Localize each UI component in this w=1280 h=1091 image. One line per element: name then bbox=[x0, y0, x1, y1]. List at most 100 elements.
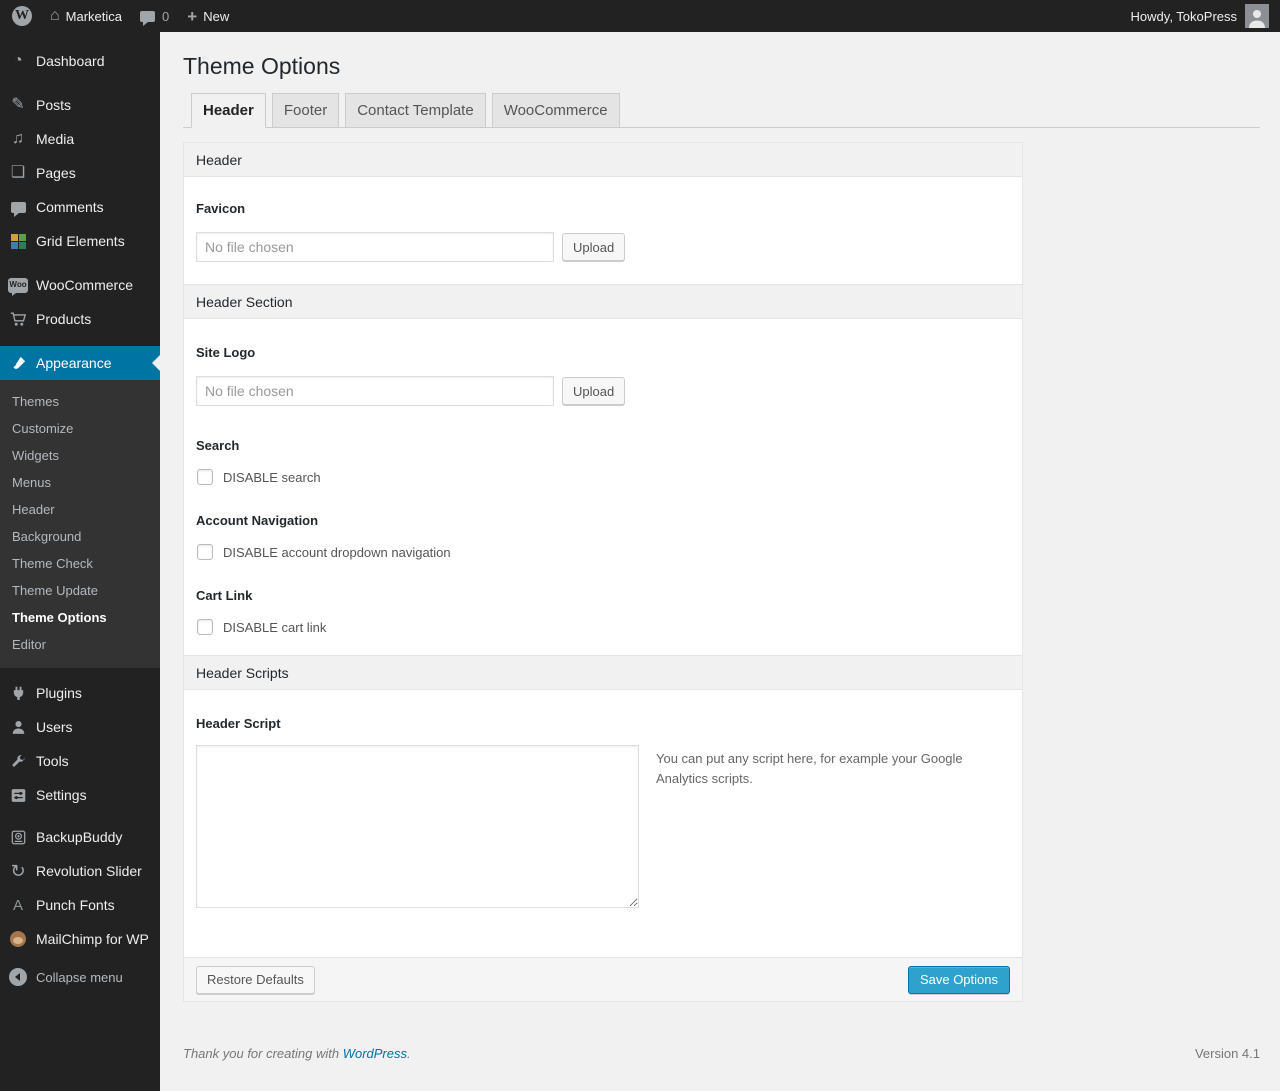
submenu-item-widgets[interactable]: Widgets bbox=[0, 442, 160, 469]
wordpress-logo-icon: W bbox=[12, 6, 32, 26]
sidebar-item-users[interactable]: Users bbox=[0, 710, 160, 744]
submenu-item-theme-update[interactable]: Theme Update bbox=[0, 577, 160, 604]
new-label: New bbox=[203, 8, 230, 24]
sidebar-item-appearance[interactable]: Appearance bbox=[0, 346, 160, 380]
howdy-account-menu[interactable]: Howdy, TokoPress bbox=[1122, 0, 1280, 32]
sidebar-item-revolution-slider[interactable]: ↻ Revolution Slider bbox=[0, 854, 160, 888]
tab-header[interactable]: Header bbox=[191, 93, 266, 128]
submenu-item-editor[interactable]: Editor bbox=[0, 631, 160, 658]
menu-separator bbox=[0, 258, 160, 268]
section-header-header-section: Header Section bbox=[184, 284, 1022, 319]
thanks-text: Thank you for creating with bbox=[183, 1046, 343, 1061]
main-content: Theme Options Header Footer Contact Temp… bbox=[160, 32, 1280, 1061]
sidebar-item-pages[interactable]: ❏ Pages bbox=[0, 156, 160, 190]
submenu-item-customize[interactable]: Customize bbox=[0, 415, 160, 442]
disable-cart-checkbox[interactable] bbox=[197, 619, 213, 635]
letter-a-icon: A bbox=[12, 896, 23, 914]
sidebar-item-settings[interactable]: Settings bbox=[0, 778, 160, 812]
settings-sliders-icon bbox=[8, 785, 28, 805]
favicon-file-input[interactable] bbox=[196, 232, 554, 262]
sidebar-item-grid-elements[interactable]: Grid Elements bbox=[0, 224, 160, 258]
section-body-header: Favicon Upload bbox=[184, 177, 1022, 284]
disable-account-label: DISABLE account dropdown navigation bbox=[223, 544, 451, 560]
admin-sidebar: ◔ Dashboard ✎ Posts ♫ Media ❏ Pages Comm… bbox=[0, 32, 160, 1091]
disable-search-row: DISABLE search bbox=[196, 469, 1010, 485]
menu-separator bbox=[0, 668, 160, 676]
submenu-item-header[interactable]: Header bbox=[0, 496, 160, 523]
disable-account-checkbox[interactable] bbox=[197, 544, 213, 560]
site-logo-upload-button[interactable]: Upload bbox=[562, 377, 626, 405]
wordpress-link[interactable]: WordPress bbox=[343, 1046, 407, 1061]
favicon-upload-button[interactable]: Upload bbox=[562, 233, 626, 261]
howdy-label: Howdy, TokoPress bbox=[1130, 8, 1237, 24]
site-name-link[interactable]: ⌂ Marketica bbox=[41, 0, 131, 32]
disable-search-label: DISABLE search bbox=[223, 469, 321, 485]
sidebar-item-tools[interactable]: Tools bbox=[0, 744, 160, 778]
favicon-upload-row: Upload bbox=[196, 232, 1010, 262]
cart-icon bbox=[8, 309, 28, 329]
disable-search-checkbox[interactable] bbox=[197, 469, 213, 485]
disable-cart-row: DISABLE cart link bbox=[196, 619, 1010, 635]
person-icon bbox=[8, 717, 28, 737]
panel-footer: Restore Defaults Save Options bbox=[184, 957, 1022, 1001]
tab-footer[interactable]: Footer bbox=[271, 93, 340, 128]
save-options-button[interactable]: Save Options bbox=[907, 965, 1010, 994]
home-icon: ⌂ bbox=[50, 7, 60, 24]
submenu-item-theme-options[interactable]: Theme Options bbox=[0, 604, 160, 631]
mailchimp-monkey-icon bbox=[8, 929, 28, 949]
sidebar-item-woocommerce[interactable]: Woo WooCommerce bbox=[0, 268, 160, 302]
sidebar-item-posts[interactable]: ✎ Posts bbox=[0, 88, 160, 122]
search-label: Search bbox=[196, 438, 240, 453]
submenu-item-background[interactable]: Background bbox=[0, 523, 160, 550]
menu-separator bbox=[0, 78, 160, 88]
backup-drive-icon bbox=[8, 827, 28, 847]
sidebar-item-media[interactable]: ♫ Media bbox=[0, 122, 160, 156]
restore-defaults-button[interactable]: Restore Defaults bbox=[196, 965, 315, 994]
theme-options-panel: Header Favicon Upload Header Section Sit… bbox=[183, 142, 1023, 1002]
cart-link-label: Cart Link bbox=[196, 588, 253, 603]
plus-icon: + bbox=[187, 6, 198, 26]
admin-bar-comments-link[interactable]: 0 bbox=[131, 0, 178, 32]
tab-contact-template[interactable]: Contact Template bbox=[345, 93, 486, 128]
site-logo-upload-row: Upload bbox=[196, 376, 1010, 406]
sidebar-item-products[interactable]: Products bbox=[0, 302, 160, 336]
sidebar-item-comments[interactable]: Comments bbox=[0, 190, 160, 224]
comment-bubble-icon bbox=[8, 197, 28, 217]
menu-separator bbox=[0, 812, 160, 820]
comment-count: 0 bbox=[162, 8, 170, 24]
section-header-header-scripts: Header Scripts bbox=[184, 655, 1022, 690]
account-navigation-label: Account Navigation bbox=[196, 513, 319, 528]
dashboard-gauge-icon: ◔ bbox=[13, 52, 23, 69]
section-body-header-section: Site Logo Upload Search DISABLE search A… bbox=[184, 319, 1022, 655]
sidebar-item-plugins[interactable]: Plugins bbox=[0, 676, 160, 710]
page-title: Theme Options bbox=[183, 53, 341, 79]
pushpin-icon: ✎ bbox=[11, 96, 25, 113]
submenu-item-menus[interactable]: Menus bbox=[0, 469, 160, 496]
site-logo-file-input[interactable] bbox=[196, 376, 554, 406]
sidebar-item-punch-fonts[interactable]: A Punch Fonts bbox=[0, 888, 160, 922]
appearance-submenu: Themes Customize Widgets Menus Header Ba… bbox=[0, 380, 160, 668]
new-content-menu[interactable]: + New bbox=[178, 0, 238, 32]
admin-bar-right: Howdy, TokoPress bbox=[1122, 0, 1280, 32]
user-avatar bbox=[1245, 4, 1269, 28]
submenu-item-themes[interactable]: Themes bbox=[0, 388, 160, 415]
collapse-menu-button[interactable]: Collapse menu bbox=[0, 960, 160, 994]
paintbrush-icon bbox=[8, 353, 28, 373]
comments-bubble-icon bbox=[140, 10, 156, 26]
submenu-item-theme-check[interactable]: Theme Check bbox=[0, 550, 160, 577]
sidebar-item-mailchimp[interactable]: MailChimp for WP bbox=[0, 922, 160, 956]
current-menu-arrow bbox=[144, 355, 160, 371]
admin-bar-left: W ⌂ Marketica 0 + New bbox=[0, 0, 238, 32]
grid-elements-icon bbox=[8, 231, 28, 251]
collapse-arrow-icon bbox=[8, 967, 28, 987]
header-script-row: You can put any script here, for example… bbox=[196, 745, 1010, 908]
sidebar-item-backupbuddy[interactable]: BackupBuddy bbox=[0, 820, 160, 854]
sidebar-item-dashboard[interactable]: ◔ Dashboard bbox=[0, 44, 160, 78]
disable-account-row: DISABLE account dropdown navigation bbox=[196, 544, 1010, 560]
footer-thanks: Thank you for creating with WordPress. bbox=[183, 1046, 411, 1061]
thanks-period: . bbox=[407, 1046, 411, 1061]
wordpress-logo-menu[interactable]: W bbox=[0, 0, 41, 32]
header-script-textarea[interactable] bbox=[196, 745, 639, 908]
menu-separator bbox=[0, 336, 160, 346]
tab-woocommerce[interactable]: WooCommerce bbox=[491, 93, 620, 128]
